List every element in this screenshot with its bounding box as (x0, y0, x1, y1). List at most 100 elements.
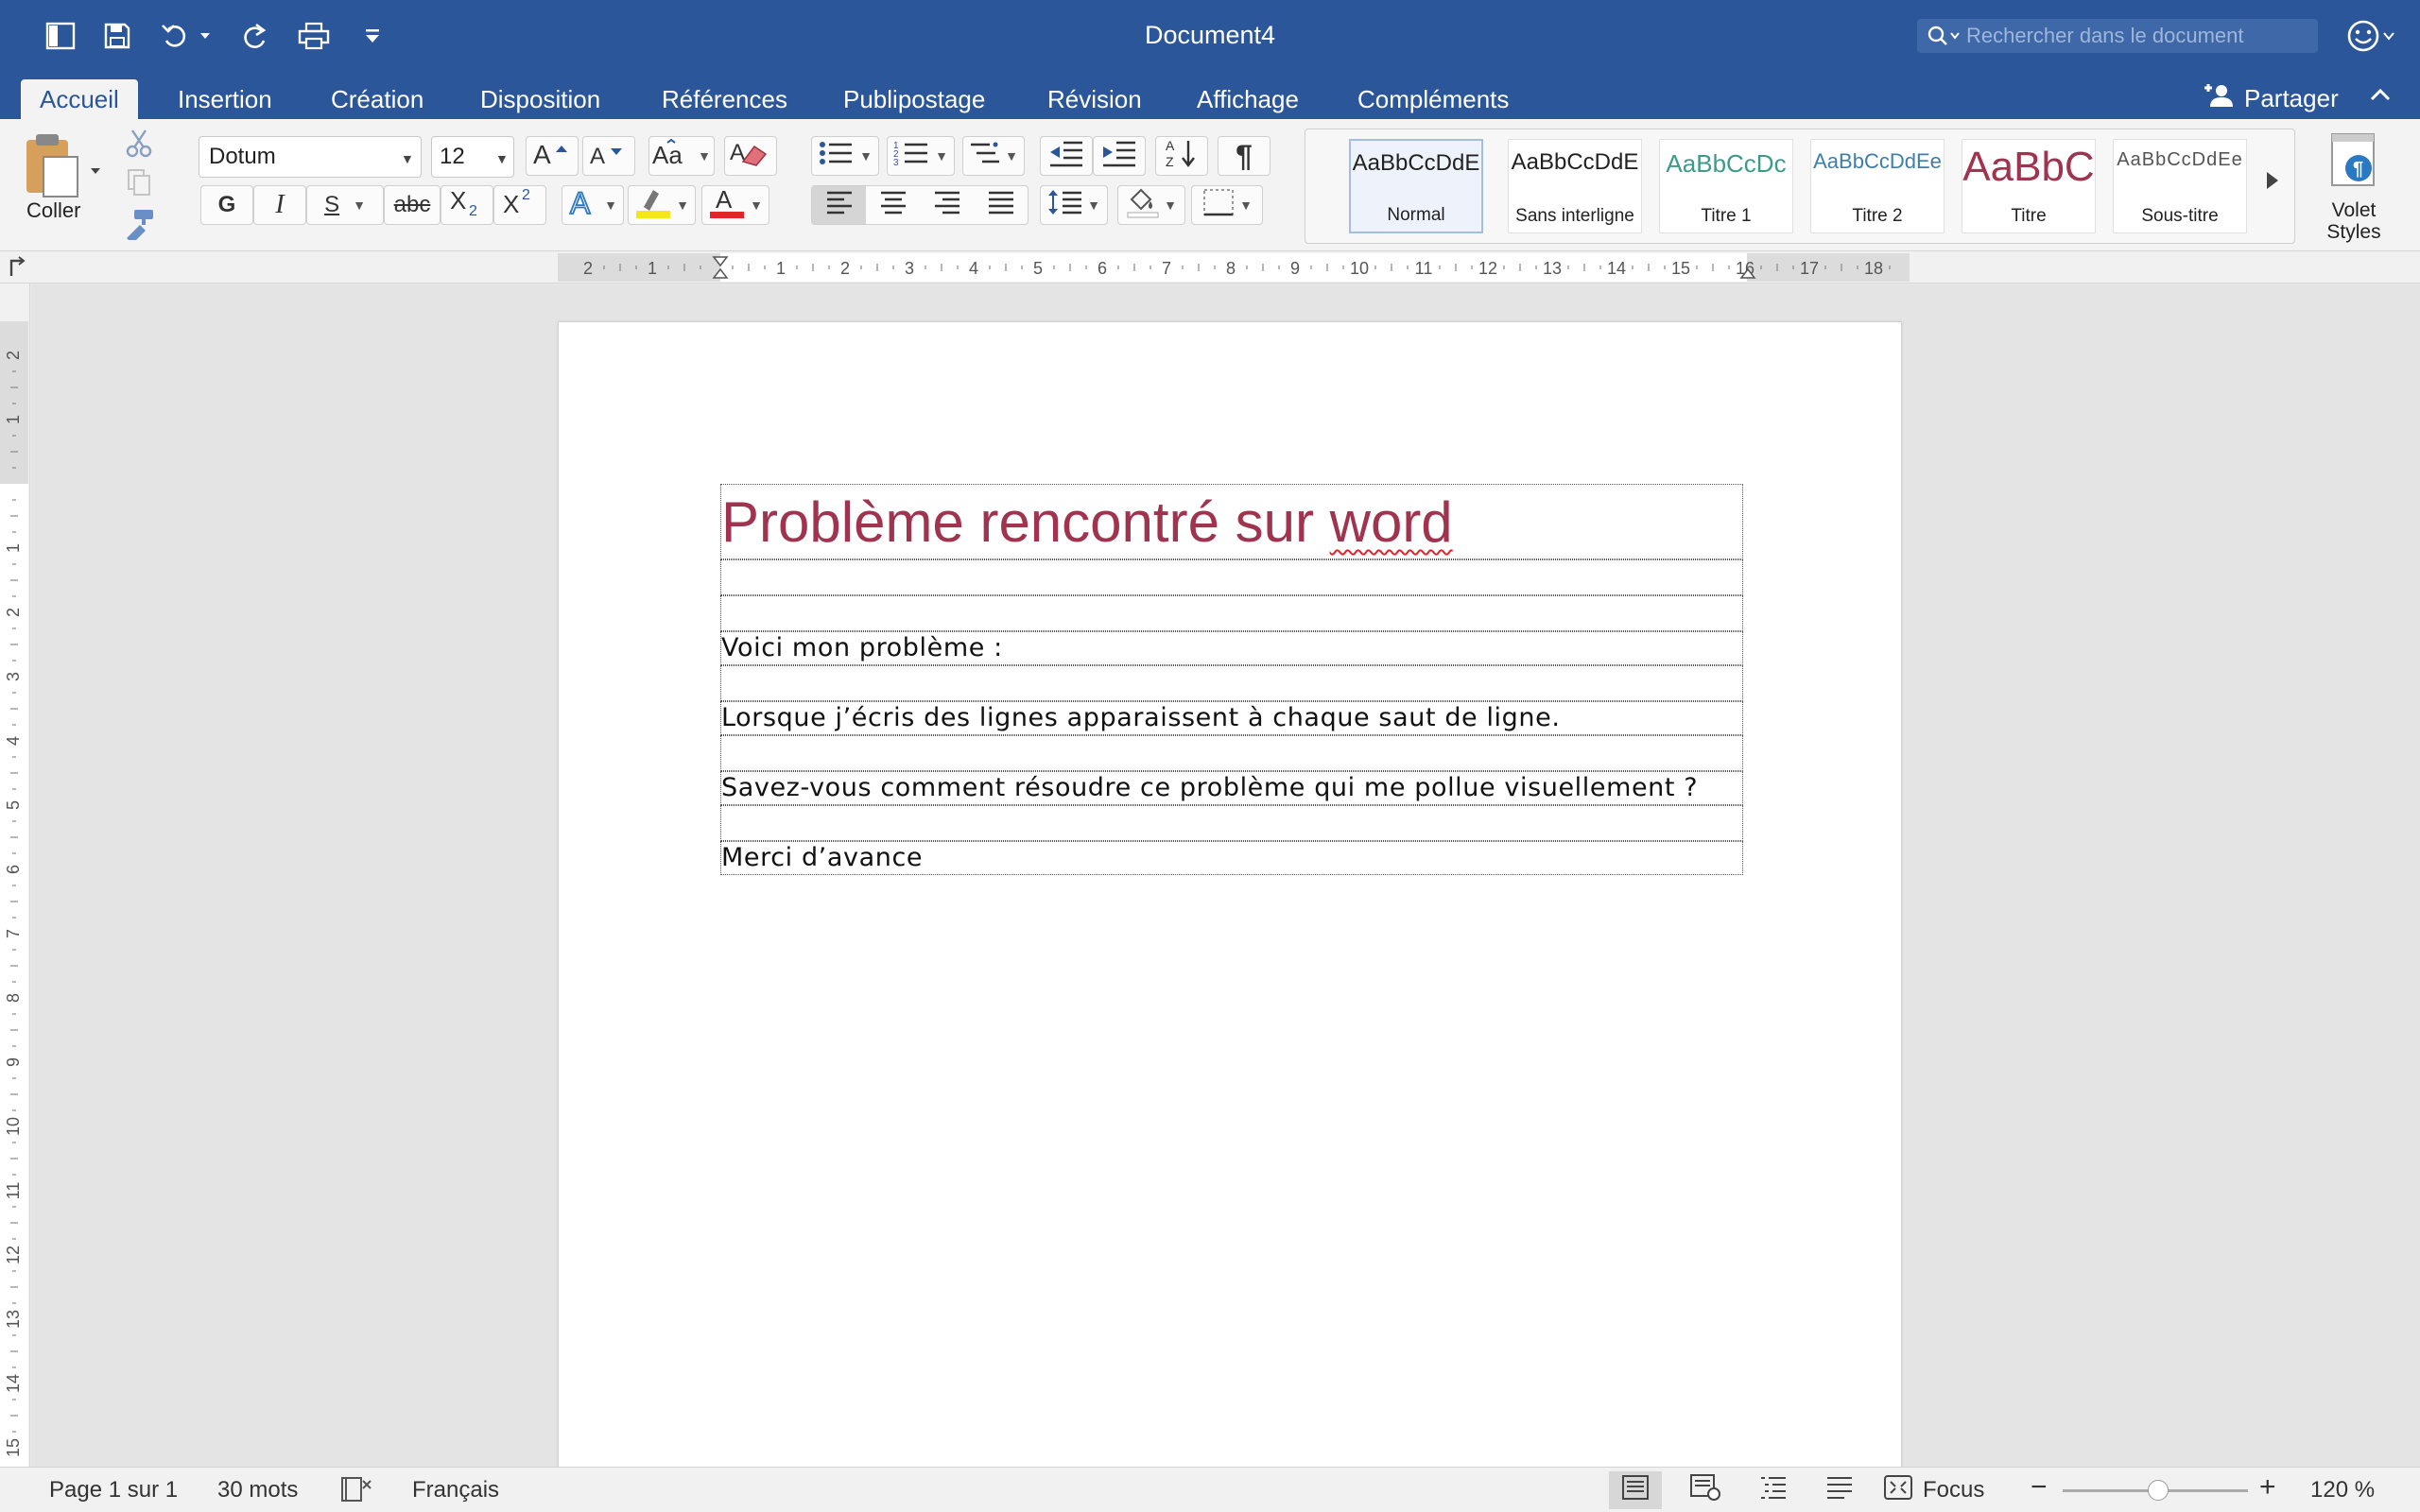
feedback-smiley-icon[interactable] (2344, 17, 2401, 60)
align-center-button[interactable] (866, 186, 920, 224)
numbering-button[interactable]: 123 ▼ (887, 136, 955, 176)
bold-button[interactable]: G (200, 185, 253, 225)
shading-button[interactable]: ▼ (1117, 185, 1185, 225)
ruler-label: 14 (1607, 259, 1626, 278)
underline-button[interactable]: S ▼ (306, 185, 384, 225)
tab-insertion[interactable]: Insertion (159, 79, 291, 119)
ruler-label: 18 (1864, 259, 1883, 278)
collapse-ribbon-chevron-up-icon[interactable] (2368, 83, 2393, 112)
zoom-out-minus-icon[interactable]: − (2031, 1471, 2048, 1503)
svg-text:¶: ¶ (2353, 159, 2363, 180)
focus-mode-button[interactable]: Focus (1883, 1471, 2000, 1509)
styles-pane-button[interactable]: ¶ Volet Styles (2307, 132, 2401, 243)
page-count[interactable]: Page 1 sur 1 (49, 1477, 178, 1503)
tab-affichage[interactable]: Affichage (1178, 79, 1318, 119)
ruler-label: 10 (1350, 259, 1369, 278)
paragraph-empty[interactable] (720, 665, 1743, 701)
paragraph-empty[interactable] (720, 595, 1743, 631)
tab-references[interactable]: Références (643, 79, 806, 119)
multilevel-list-button[interactable]: ▼ (962, 136, 1025, 176)
shrink-font-button[interactable]: A (582, 136, 635, 176)
font-size-dropdown-arrow-icon[interactable]: ▼ (495, 151, 509, 166)
highlighter-icon (634, 186, 672, 225)
borders-button[interactable]: ▼ (1191, 185, 1263, 225)
sort-button[interactable]: AZ (1155, 136, 1208, 176)
share-button[interactable]: Partager (2203, 81, 2339, 115)
superscript-button[interactable]: X2 (493, 185, 546, 225)
paragraph-text[interactable]: Savez-vous comment résoudre ce problème … (720, 771, 1743, 805)
font-color-button[interactable]: A ▼ (701, 185, 769, 225)
font-color-icon: A (708, 185, 746, 226)
tab-disposition[interactable]: Disposition (461, 79, 619, 119)
paragraph-text[interactable]: Lorsque j’écris des lignes apparaissent … (720, 701, 1743, 735)
styles-next-arrow-icon[interactable] (2265, 170, 2280, 196)
language[interactable]: Français (412, 1477, 499, 1503)
word-count[interactable]: 30 mots (217, 1477, 298, 1503)
tab-creation[interactable]: Création (312, 79, 442, 119)
align-left-button[interactable] (812, 186, 866, 224)
decrease-indent-button[interactable] (1040, 136, 1093, 176)
subscript-button[interactable]: X2 (441, 185, 493, 225)
svg-text:A: A (570, 187, 591, 217)
paragraph-empty[interactable] (720, 735, 1743, 771)
tab-complements[interactable]: Compléments (1339, 79, 1528, 119)
paste-clipboard-icon[interactable] (23, 130, 108, 205)
tab-accueil[interactable]: Accueil (21, 79, 138, 119)
search-box[interactable] (1917, 19, 2318, 53)
draft-view-button[interactable] (1813, 1471, 1866, 1509)
document-heading[interactable]: Problème rencontré sur word (720, 484, 1743, 559)
style-sample: AaBbCcDdE (1511, 149, 1639, 175)
paste-label[interactable]: Coller (26, 198, 80, 223)
vertical-ruler[interactable]: 21123456789101112131415 (0, 321, 30, 1467)
format-painter-brush-icon[interactable] (123, 208, 157, 245)
outline-view-button[interactable] (1747, 1471, 1800, 1509)
ruler-label: 11 (1415, 259, 1433, 278)
italic-label: I (275, 190, 285, 219)
bullets-button[interactable]: ▼ (811, 136, 879, 176)
svg-text:A: A (716, 185, 733, 214)
ribbon: Coller ▼ ▼ A A Aa ▼ A G I S ▼ abc X2 X2 (0, 119, 2420, 251)
paragraph-empty[interactable] (720, 805, 1743, 841)
font-name-field[interactable] (199, 136, 422, 178)
print-layout-view-button[interactable] (1609, 1471, 1662, 1509)
copy-icon[interactable] (125, 168, 153, 201)
shading-paint-bucket-icon (1126, 186, 1160, 225)
style-sous-titre[interactable]: AaBbCcDdEe Sous-titre (2113, 139, 2247, 233)
alignment-group (811, 185, 1028, 225)
underline-label: S (324, 192, 340, 217)
cut-scissors-icon[interactable] (123, 127, 155, 163)
paragraph-text[interactable]: Merci d’avance (720, 841, 1743, 875)
style-sans-interligne[interactable]: AaBbCcDdE Sans interligne (1508, 139, 1642, 233)
focus-label: Focus (1923, 1477, 1985, 1503)
italic-button[interactable]: I (253, 185, 306, 225)
text-effects-button[interactable]: A ▼ (562, 185, 624, 225)
proofing-book-icon[interactable] (340, 1475, 372, 1510)
strikethrough-button[interactable]: abc (384, 185, 441, 225)
style-titre[interactable]: AaBbC Titre (1962, 139, 2096, 233)
style-normal[interactable]: AaBbCcDdE Normal (1349, 139, 1483, 233)
highlight-button[interactable]: ▼ (628, 185, 696, 225)
zoom-level[interactable]: 120 % (2310, 1477, 2375, 1503)
style-titre-2[interactable]: AaBbCcDdEe Titre 2 (1810, 139, 1945, 233)
style-titre-1[interactable]: AaBbCcDc Titre 1 (1659, 139, 1793, 233)
zoom-slider-thumb[interactable] (2148, 1480, 2169, 1501)
clear-formatting-button[interactable]: A (724, 136, 777, 176)
svg-text:Z: Z (1166, 154, 1174, 169)
zoom-in-plus-icon[interactable]: + (2259, 1471, 2276, 1503)
show-formatting-marks-button[interactable]: ¶ (1218, 136, 1270, 176)
align-right-button[interactable] (920, 186, 974, 224)
increase-indent-button[interactable] (1093, 136, 1146, 176)
paragraph-empty[interactable] (720, 559, 1743, 595)
grow-font-button[interactable]: A (526, 136, 579, 176)
paragraph-text[interactable]: Voici mon problème : (720, 631, 1743, 665)
search-input[interactable] (1966, 21, 2307, 51)
font-name-dropdown-arrow-icon[interactable]: ▼ (401, 151, 414, 166)
tab-stop-selector-icon[interactable] (6, 255, 26, 283)
tab-publipostage[interactable]: Publipostage (824, 79, 1004, 119)
justify-button[interactable] (974, 186, 1028, 224)
web-layout-view-button[interactable] (1679, 1471, 1732, 1509)
change-case-button[interactable]: Aa ▼ (648, 136, 715, 176)
horizontal-ruler[interactable]: 2 1 1 2 3 4 5 6 7 8 9 10 11 12 13 14 15 16 17 18 (558, 253, 1910, 282)
tab-revision[interactable]: Révision (1028, 79, 1161, 119)
line-spacing-button[interactable]: ▼ (1040, 185, 1108, 225)
